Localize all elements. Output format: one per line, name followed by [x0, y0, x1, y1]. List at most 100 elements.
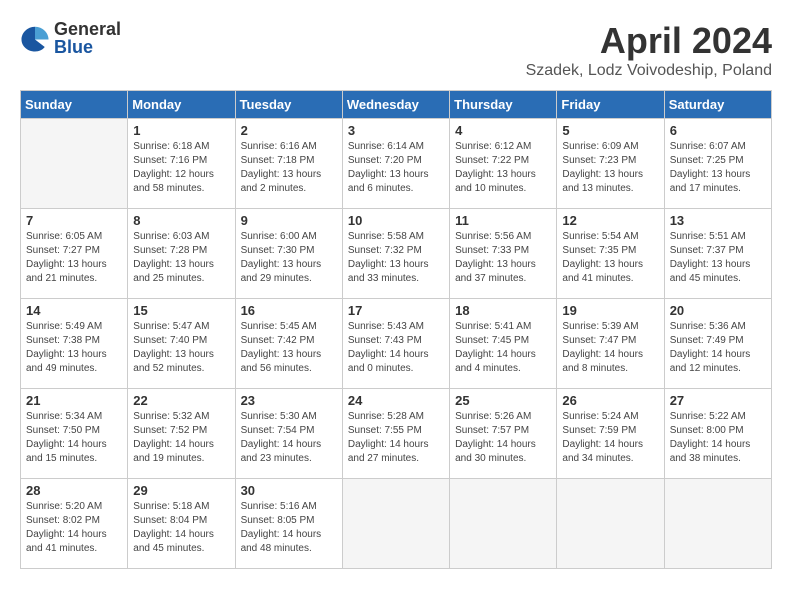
day-cell [664, 479, 771, 569]
day-cell: 1Sunrise: 6:18 AM Sunset: 7:16 PM Daylig… [128, 119, 235, 209]
header-cell-monday: Monday [128, 91, 235, 119]
calendar-body: 1Sunrise: 6:18 AM Sunset: 7:16 PM Daylig… [21, 119, 772, 569]
day-number: 4 [455, 123, 551, 138]
title-block: April 2024 Szadek, Lodz Voivodeship, Pol… [526, 20, 772, 80]
day-cell: 7Sunrise: 6:05 AM Sunset: 7:27 PM Daylig… [21, 209, 128, 299]
day-number: 20 [670, 303, 766, 318]
day-cell [450, 479, 557, 569]
day-info: Sunrise: 5:45 AM Sunset: 7:42 PM Dayligh… [241, 320, 337, 376]
day-info: Sunrise: 5:49 AM Sunset: 7:38 PM Dayligh… [26, 320, 122, 376]
day-info: Sunrise: 6:09 AM Sunset: 7:23 PM Dayligh… [562, 140, 658, 196]
day-cell: 13Sunrise: 5:51 AM Sunset: 7:37 PM Dayli… [664, 209, 771, 299]
day-info: Sunrise: 5:32 AM Sunset: 7:52 PM Dayligh… [133, 410, 229, 466]
week-row-5: 28 Sunrise: 5:20 AM Sunset: 8:02 PM Dayli… [21, 479, 772, 569]
day-cell: 3 Sunrise: 6:14 AM Sunset: 7:20 PM Daylig… [342, 119, 449, 209]
day-info: Sunrise: 6:07 AM Sunset: 7:25 PM Dayligh… [670, 140, 766, 196]
day-info: Sunrise: 5:36 AM Sunset: 7:49 PM Dayligh… [670, 320, 766, 376]
day-number: 16 [241, 303, 337, 318]
day-cell: 19 Sunrise: 5:39 AM Sunset: 7:47 PM Dayli… [557, 299, 664, 389]
day-cell: 15 Sunrise: 5:47 AM Sunset: 7:40 PM Dayli… [128, 299, 235, 389]
day-number: 19 [562, 303, 658, 318]
calendar-table: SundayMondayTuesdayWednesdayThursdayFrid… [20, 90, 772, 569]
header-cell-wednesday: Wednesday [342, 91, 449, 119]
day-number: 9 [241, 213, 337, 228]
day-cell: 10 Sunrise: 5:58 AM Sunset: 7:32 PM Dayli… [342, 209, 449, 299]
day-info: Sunrise: 5:41 AM Sunset: 7:45 PM Dayligh… [455, 320, 551, 376]
day-number: 22 [133, 393, 229, 408]
day-info: Sunrise: 5:26 AM Sunset: 7:57 PM Dayligh… [455, 410, 551, 466]
header-cell-saturday: Saturday [664, 91, 771, 119]
day-cell: 9Sunrise: 6:00 AM Sunset: 7:30 PM Daylig… [235, 209, 342, 299]
day-cell: 24 Sunrise: 5:28 AM Sunset: 7:55 PM Dayli… [342, 389, 449, 479]
day-number: 28 [26, 483, 122, 498]
day-cell: 28 Sunrise: 5:20 AM Sunset: 8:02 PM Dayli… [21, 479, 128, 569]
day-number: 24 [348, 393, 444, 408]
day-cell: 16 Sunrise: 5:45 AM Sunset: 7:42 PM Dayli… [235, 299, 342, 389]
day-info: Sunrise: 5:20 AM Sunset: 8:02 PM Dayligh… [26, 500, 122, 556]
week-row-4: 21Sunrise: 5:34 AM Sunset: 7:50 PM Dayli… [21, 389, 772, 479]
day-cell: 20 Sunrise: 5:36 AM Sunset: 7:49 PM Dayli… [664, 299, 771, 389]
day-info: Sunrise: 5:58 AM Sunset: 7:32 PM Dayligh… [348, 230, 444, 286]
day-number: 14 [26, 303, 122, 318]
day-number: 2 [241, 123, 337, 138]
header-cell-tuesday: Tuesday [235, 91, 342, 119]
day-info: Sunrise: 6:16 AM Sunset: 7:18 PM Dayligh… [241, 140, 337, 196]
day-info: Sunrise: 5:43 AM Sunset: 7:43 PM Dayligh… [348, 320, 444, 376]
day-number: 3 [348, 123, 444, 138]
logo-text: General Blue [54, 20, 121, 56]
day-info: Sunrise: 5:18 AM Sunset: 8:04 PM Dayligh… [133, 500, 229, 556]
day-cell: 11 Sunrise: 5:56 AM Sunset: 7:33 PM Dayli… [450, 209, 557, 299]
day-cell: 23 Sunrise: 5:30 AM Sunset: 7:54 PM Dayli… [235, 389, 342, 479]
day-number: 7 [26, 213, 122, 228]
day-number: 18 [455, 303, 551, 318]
day-cell: 18 Sunrise: 5:41 AM Sunset: 7:45 PM Dayli… [450, 299, 557, 389]
page-header: General Blue April 2024 Szadek, Lodz Voi… [20, 20, 772, 80]
header-cell-sunday: Sunday [21, 91, 128, 119]
day-cell: 6 Sunrise: 6:07 AM Sunset: 7:25 PM Daylig… [664, 119, 771, 209]
day-number: 26 [562, 393, 658, 408]
day-number: 29 [133, 483, 229, 498]
day-number: 17 [348, 303, 444, 318]
day-cell: 14 Sunrise: 5:49 AM Sunset: 7:38 PM Dayli… [21, 299, 128, 389]
day-number: 12 [562, 213, 658, 228]
day-info: Sunrise: 5:28 AM Sunset: 7:55 PM Dayligh… [348, 410, 444, 466]
day-cell: 12Sunrise: 5:54 AM Sunset: 7:35 PM Dayli… [557, 209, 664, 299]
day-info: Sunrise: 5:22 AM Sunset: 8:00 PM Dayligh… [670, 410, 766, 466]
day-number: 30 [241, 483, 337, 498]
day-info: Sunrise: 6:12 AM Sunset: 7:22 PM Dayligh… [455, 140, 551, 196]
week-row-3: 14 Sunrise: 5:49 AM Sunset: 7:38 PM Dayli… [21, 299, 772, 389]
day-number: 11 [455, 213, 551, 228]
location: Szadek, Lodz Voivodeship, Poland [526, 62, 772, 80]
day-cell: 5 Sunrise: 6:09 AM Sunset: 7:23 PM Daylig… [557, 119, 664, 209]
day-number: 25 [455, 393, 551, 408]
day-number: 15 [133, 303, 229, 318]
day-info: Sunrise: 5:47 AM Sunset: 7:40 PM Dayligh… [133, 320, 229, 376]
day-cell: 30Sunrise: 5:16 AM Sunset: 8:05 PM Dayli… [235, 479, 342, 569]
week-row-1: 1Sunrise: 6:18 AM Sunset: 7:16 PM Daylig… [21, 119, 772, 209]
day-info: Sunrise: 5:30 AM Sunset: 7:54 PM Dayligh… [241, 410, 337, 466]
day-info: Sunrise: 5:24 AM Sunset: 7:59 PM Dayligh… [562, 410, 658, 466]
week-row-2: 7Sunrise: 6:05 AM Sunset: 7:27 PM Daylig… [21, 209, 772, 299]
day-number: 1 [133, 123, 229, 138]
day-cell: 8Sunrise: 6:03 AM Sunset: 7:28 PM Daylig… [128, 209, 235, 299]
day-number: 8 [133, 213, 229, 228]
logo-icon [20, 23, 50, 53]
day-info: Sunrise: 5:39 AM Sunset: 7:47 PM Dayligh… [562, 320, 658, 376]
day-cell: 26 Sunrise: 5:24 AM Sunset: 7:59 PM Dayli… [557, 389, 664, 479]
day-cell: 21Sunrise: 5:34 AM Sunset: 7:50 PM Dayli… [21, 389, 128, 479]
month-title: April 2024 [526, 20, 772, 62]
day-cell: 22 Sunrise: 5:32 AM Sunset: 7:52 PM Dayli… [128, 389, 235, 479]
logo-blue-text: Blue [54, 38, 121, 56]
day-number: 5 [562, 123, 658, 138]
day-number: 10 [348, 213, 444, 228]
calendar-header: SundayMondayTuesdayWednesdayThursdayFrid… [21, 91, 772, 119]
day-number: 23 [241, 393, 337, 408]
day-cell: 2 Sunrise: 6:16 AM Sunset: 7:18 PM Daylig… [235, 119, 342, 209]
header-row: SundayMondayTuesdayWednesdayThursdayFrid… [21, 91, 772, 119]
day-number: 6 [670, 123, 766, 138]
day-cell: 17 Sunrise: 5:43 AM Sunset: 7:43 PM Dayli… [342, 299, 449, 389]
day-number: 21 [26, 393, 122, 408]
header-cell-friday: Friday [557, 91, 664, 119]
day-info: Sunrise: 6:14 AM Sunset: 7:20 PM Dayligh… [348, 140, 444, 196]
day-info: Sunrise: 5:56 AM Sunset: 7:33 PM Dayligh… [455, 230, 551, 286]
